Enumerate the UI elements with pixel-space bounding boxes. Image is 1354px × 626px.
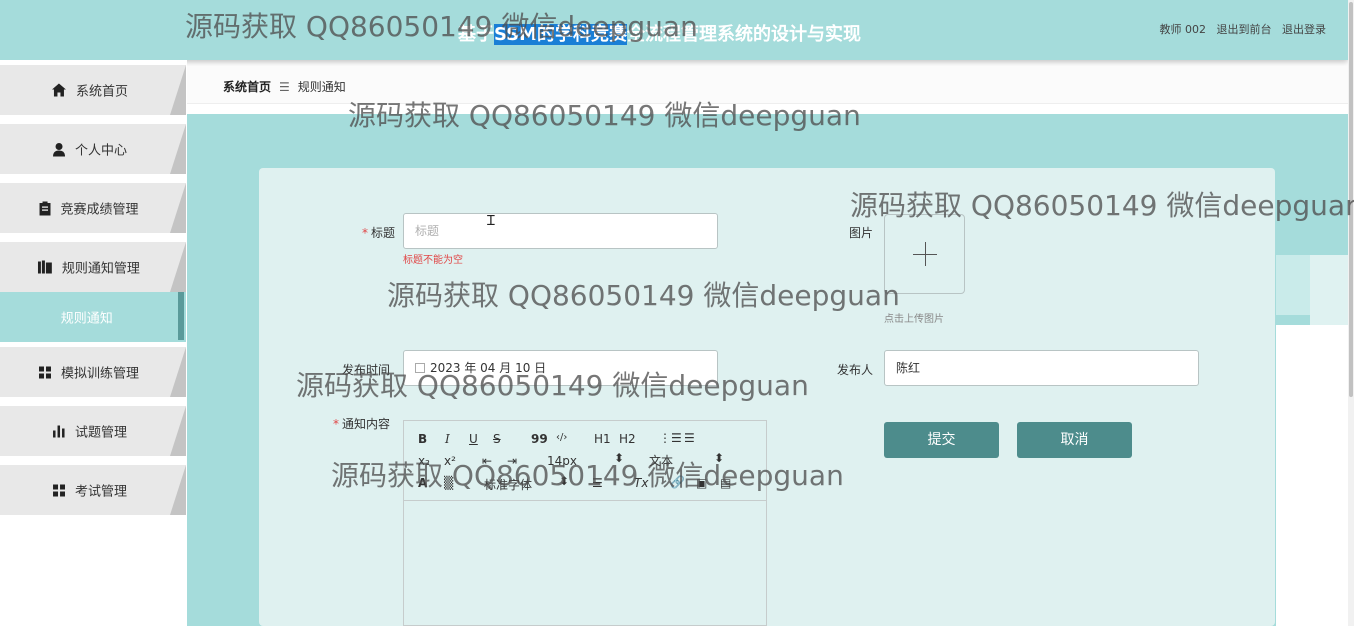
sidebar-item-label: 考试管理 [75,484,128,500]
logout-link[interactable]: 退出登录 [1282,23,1326,36]
code-block-button[interactable]: ‹/› [556,432,567,443]
bold-button[interactable]: B [418,432,427,446]
breadcrumb-current: 规则通知 [297,80,346,94]
books-icon [37,260,52,274]
clear-format-icon[interactable]: Tx [634,476,648,490]
title-label: * 标题 [361,226,395,240]
app-title: 基于SSM的学科竞赛全流程管理系统的设计与实现 [458,24,862,45]
outdent-icon[interactable]: ⇤ [482,454,492,468]
publisher-label: 发布人 [837,363,874,377]
submit-button[interactable]: 提交 [884,422,999,458]
blockquote-button[interactable]: 99 [531,432,548,446]
sidebar-item-rule-notice[interactable]: 规则通知 [0,292,186,342]
chevron-down-icon: ⬍ [714,451,725,465]
background-color-icon[interactable]: ▒ [444,476,453,490]
sidebar-item-exam-management[interactable]: 考试管理 [0,465,186,515]
sidebar-item-label: 系统首页 [75,84,128,100]
header-select[interactable]: 文本 [649,452,673,469]
underline-button[interactable]: U [469,432,478,446]
breadcrumb-home[interactable]: 系统首页 [223,80,271,94]
strike-button[interactable]: S [493,432,501,446]
publisher-input[interactable]: 陈红 [884,350,1199,386]
sidebar-item-label: 规则通知 [60,311,113,327]
sidebar-item-label: 规则通知管理 [61,261,140,277]
date-picker-input[interactable]: 2023 年 04 月 10 日 [403,350,718,386]
breadcrumb-separator-icon: ☰ [279,80,290,94]
sidebar-item-label: 竞赛成绩管理 [60,202,139,218]
bar-chart-icon [53,425,65,437]
image-upload-tip: 点击上传图片 [884,314,944,325]
font-color-icon[interactable]: A [418,476,427,490]
sidebar-item-training-management[interactable]: 模拟训练管理 [0,347,186,397]
header-links: 教师 002 退出到前台 退出登录 [1153,21,1327,37]
rich-text-editor[interactable]: B I U S 99 ‹/› H1 H2 ⋮☰ ☰ x₂ x² ⇤ ⇥ 14px… [403,420,767,626]
chevron-down-icon: ⬍ [559,474,570,488]
sidebar-item-label: 个人中心 [75,143,128,159]
user-icon [53,142,66,156]
link-icon[interactable]: 🔗 [670,475,685,489]
scrollbar-thumb[interactable] [1349,2,1353,397]
font-family-select[interactable]: 标准字体 [484,476,532,493]
h2-button[interactable]: H2 [619,432,636,446]
italic-button[interactable]: I [445,432,450,446]
grid-icon [53,484,66,496]
back-to-front-link[interactable]: 退出到前台 [1217,23,1272,36]
bullet-list-icon[interactable]: ☰ [684,431,695,445]
chevron-down-icon: ⬍ [614,451,625,465]
clipboard-icon [39,201,51,215]
date-label: 发布时间 [342,363,391,377]
subscript-button[interactable]: x₂ [418,454,430,468]
top-header: 基于SSM的学科竞赛全流程管理系统的设计与实现 教师 002 退出到前台 退出登… [0,0,1348,60]
breadcrumb-bar: 系统首页 ☰ 规则通知 [187,66,1348,104]
decor-block [1276,255,1310,315]
breadcrumb: 系统首页 ☰ 规则通知 [223,78,346,95]
ordered-list-icon[interactable]: ⋮☰ [659,431,682,445]
title-input[interactable]: 标题 [403,213,718,249]
image-upload-button[interactable] [884,214,965,294]
sidebar-item-score-management[interactable]: 竞赛成绩管理 [0,183,186,233]
sidebar-item-label: 模拟训练管理 [60,366,140,382]
align-icon[interactable]: ☰ [592,476,603,490]
current-user: 教师 002 [1159,23,1207,36]
home-icon [51,83,66,97]
calendar-icon [415,363,425,373]
decor-block [1276,325,1348,626]
title-error: 标题不能为空 [403,255,463,266]
sidebar: 系统首页 个人中心 竞赛成绩管理 规则通知管理 规则通知 模拟训练管理 试题管理… [0,60,187,626]
grid-icon [38,366,51,378]
video-insert-icon[interactable]: ▤ [720,476,731,490]
h1-button[interactable]: H1 [594,432,611,446]
image-insert-icon[interactable]: ▣ [696,476,707,490]
superscript-button[interactable]: x² [444,454,456,468]
date-value: 2023 年 04 月 10 日 [430,361,547,375]
indent-icon[interactable]: ⇥ [507,454,517,468]
text-cursor-icon: Ɪ [487,213,495,229]
image-label: 图片 [849,226,874,240]
sidebar-item-personal-center[interactable]: 个人中心 [0,124,186,174]
font-size-select[interactable]: 14px [547,454,577,468]
content-label: * 通知内容 [333,417,391,431]
sidebar-item-rule-notice-management[interactable]: 规则通知管理 [0,242,186,292]
sidebar-item-home[interactable]: 系统首页 [0,65,186,115]
sidebar-item-label: 试题管理 [75,425,128,441]
cancel-button[interactable]: 取消 [1017,422,1132,458]
editor-toolbar: B I U S 99 ‹/› H1 H2 ⋮☰ ☰ x₂ x² ⇤ ⇥ 14px… [404,421,766,501]
sidebar-item-question-management[interactable]: 试题管理 [0,406,186,456]
decor-block [1310,255,1348,325]
